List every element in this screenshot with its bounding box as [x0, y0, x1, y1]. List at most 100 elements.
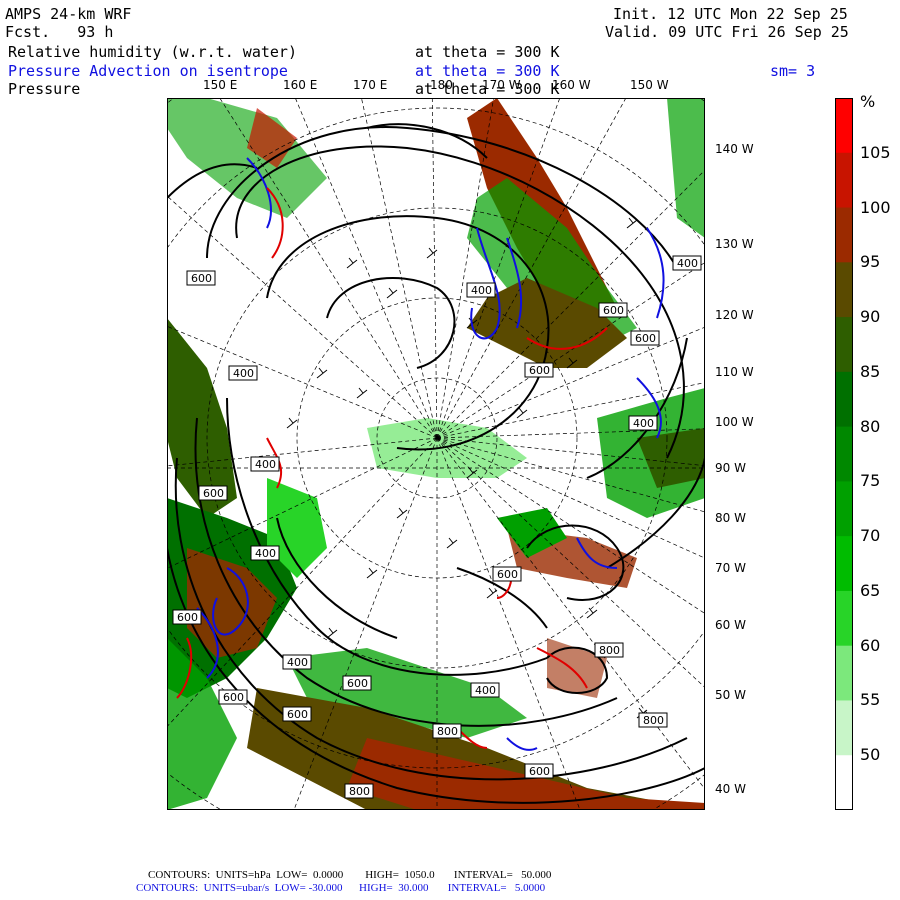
contour-label: 600 [218, 689, 248, 705]
colorbar-swatch [835, 481, 853, 537]
map-panel: 600 400 400 600 400 600 600 400 400 600 … [167, 98, 705, 810]
colorbar-tick-label: 105 [860, 142, 891, 162]
contour-label: 600 [282, 706, 312, 722]
lon-label-top: 180 [430, 78, 453, 92]
svg-text:600: 600 [497, 568, 518, 581]
colorbar [835, 98, 853, 810]
contour-label: 400 [628, 415, 658, 431]
svg-text:400: 400 [233, 367, 254, 380]
svg-text:400: 400 [633, 417, 654, 430]
lon-label-right: 40 W [715, 782, 746, 796]
colorbar-swatch [835, 755, 853, 810]
svg-text:600: 600 [191, 272, 212, 285]
svg-text:400: 400 [471, 284, 492, 297]
contour-label: 400 [228, 365, 258, 381]
contour-label: 600 [342, 675, 372, 691]
svg-text:400: 400 [255, 458, 276, 471]
field2-smooth: sm= 3 [770, 62, 816, 80]
lon-label-top: 160 E [283, 78, 318, 92]
contour-label: 600 [598, 302, 628, 318]
contour-label: 400 [672, 255, 702, 271]
lon-label-right: 60 W [715, 618, 746, 632]
svg-text:600: 600 [287, 708, 308, 721]
contour-label: 800 [638, 712, 668, 728]
contour-label: 400 [470, 682, 500, 698]
contour-label: 600 [492, 566, 522, 582]
colorbar-tick-label: 90 [860, 307, 881, 327]
colorbar-tick-label: 60 [860, 635, 881, 655]
svg-text:800: 800 [643, 714, 664, 727]
svg-text:800: 800 [437, 725, 458, 738]
svg-text:600: 600 [223, 691, 244, 704]
svg-text:600: 600 [529, 765, 550, 778]
svg-text:600: 600 [177, 611, 198, 624]
svg-text:400: 400 [287, 656, 308, 669]
svg-text:600: 600 [635, 332, 656, 345]
colorbar-swatch [835, 536, 853, 592]
lon-label-right: 140 W [715, 142, 754, 156]
lon-label-top: 150 E [203, 78, 238, 92]
lon-label-right: 90 W [715, 461, 746, 475]
field3-name: Pressure [8, 80, 81, 98]
lon-label-right: 70 W [715, 561, 746, 575]
colorbar-tick-label: 85 [860, 361, 881, 381]
colorbar-swatch [835, 152, 853, 209]
svg-text:400: 400 [677, 257, 698, 270]
svg-text:400: 400 [255, 547, 276, 560]
svg-text:600: 600 [603, 304, 624, 317]
field1-name: Relative humidity (w.r.t. water) [8, 43, 297, 61]
model-title: AMPS 24-km WRF [5, 5, 132, 23]
valid-time: Valid. 09 UTC Fri 26 Sep 25 [605, 23, 849, 41]
colorbar-tick-label: 70 [860, 526, 881, 546]
contour-label: 600 [630, 330, 660, 346]
lon-label-top: 150 W [630, 78, 669, 92]
colorbar-swatch [835, 371, 853, 428]
colorbar-swatch [835, 590, 853, 647]
colorbar-swatch [835, 426, 853, 482]
contour-label: 800 [344, 783, 374, 799]
lon-label-right: 100 W [715, 415, 754, 429]
init-time: Init. 12 UTC Mon 22 Sep 25 [613, 5, 848, 23]
contour-label: 800 [432, 723, 462, 739]
lon-label-top: 170 E [353, 78, 388, 92]
svg-text:800: 800 [599, 644, 620, 657]
colorbar-swatch [835, 262, 853, 318]
contour-label: 600 [186, 270, 216, 286]
colorbar-swatch [835, 207, 853, 263]
contour-label: 600 [172, 609, 202, 625]
svg-text:600: 600 [529, 364, 550, 377]
lon-label-right: 130 W [715, 237, 754, 251]
contour-label: 600 [198, 485, 228, 501]
colorbar-swatch [835, 317, 853, 373]
lon-label-right: 120 W [715, 308, 754, 322]
contour-label: 400 [250, 545, 280, 561]
colorbar-tick-label: 50 [860, 745, 881, 765]
svg-text:800: 800 [349, 785, 370, 798]
contour-label: 400 [282, 654, 312, 670]
field2-name: Pressure Advection on isentrope [8, 62, 288, 80]
svg-text:600: 600 [347, 677, 368, 690]
colorbar-tick-label: 65 [860, 580, 881, 600]
colorbar-tick-label: 75 [860, 471, 881, 491]
footer-pressure-contours: CONTOURS: UNITS=hPa LOW= 0.0000 HIGH= 10… [148, 869, 552, 881]
field1-level: at theta = 300 K [415, 43, 560, 61]
contour-label: 400 [466, 282, 496, 298]
colorbar-swatch [835, 645, 853, 701]
svg-text:400: 400 [475, 684, 496, 697]
contour-label: 800 [594, 642, 624, 658]
colorbar-swatch [835, 700, 853, 756]
colorbar-tick-label: 95 [860, 252, 881, 272]
contour-label: 400 [250, 456, 280, 472]
lon-label-right: 110 W [715, 365, 754, 379]
forecast-hour: Fcst. 93 h [5, 23, 114, 41]
lon-label-right: 50 W [715, 688, 746, 702]
colorbar-tick-label: 80 [860, 416, 881, 436]
contour-label: 600 [524, 763, 554, 779]
colorbar-tick-label: 55 [860, 690, 881, 710]
svg-text:600: 600 [203, 487, 224, 500]
footer-advection-contours: CONTOURS: UNITS=ubar/s LOW= -30.000 HIGH… [136, 882, 546, 894]
colorbar-tick-label: 100 [860, 197, 891, 217]
colorbar-swatch [835, 98, 853, 154]
lon-label-top: 170 W [482, 78, 521, 92]
lon-label-top: 160 W [552, 78, 591, 92]
